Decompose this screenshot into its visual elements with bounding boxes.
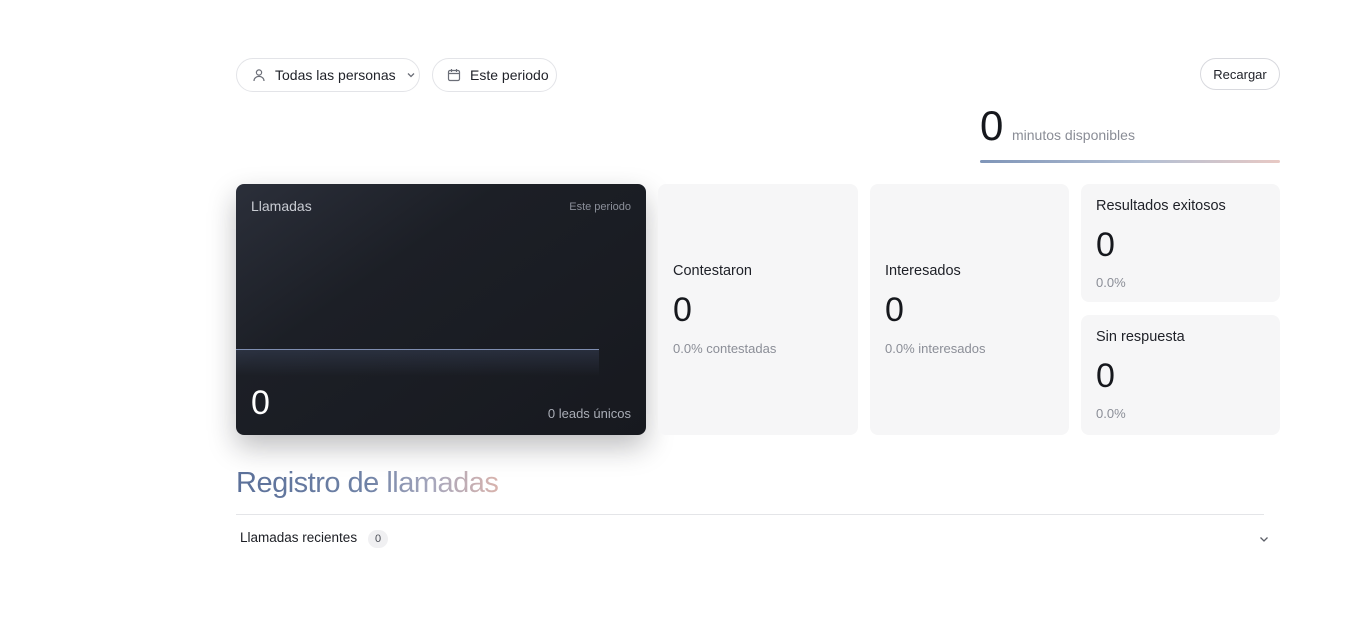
stat-title: Sin respuesta [1096,329,1185,345]
recent-calls-label: Llamadas recientes [240,530,358,545]
chevron-down-icon [406,70,416,80]
chevron-down-icon[interactable] [1258,532,1270,544]
stat-card-interested: Interesados 0 0.0% interesados [870,184,1069,435]
calls-chart-line [236,349,599,350]
minutes-value: 0 [980,102,1004,149]
user-icon [252,68,266,82]
stat-subtitle: 0.0% [1096,275,1126,290]
period-filter-label: Este periodo [470,67,549,83]
minutes-available: 0 minutos disponibles [980,100,1280,164]
recent-calls-count-badge: 0 [368,530,388,548]
calls-card: Llamadas Este periodo 0 0 leads únicos [236,184,646,435]
stat-value: 0 [885,291,904,329]
stat-title: Interesados [885,263,961,279]
minutes-bar [980,160,1280,163]
stat-title: Contestaron [673,263,752,279]
recent-calls-row[interactable]: Llamadas recientes 0 [236,522,1280,554]
stat-value: 0 [1096,226,1115,264]
calendar-icon [447,68,461,82]
period-filter[interactable]: Este periodo [432,58,557,92]
calls-card-title: Llamadas [251,198,312,214]
stat-card-no-answer: Sin respuesta 0 0.0% [1081,315,1280,435]
unique-leads: 0 leads únicos [547,406,631,421]
calls-count: 0 [251,384,270,422]
persons-filter[interactable]: Todas las personas [236,58,420,92]
divider [236,514,1264,515]
stat-subtitle: 0.0% [1096,406,1126,421]
stat-subtitle: 0.0% contestadas [673,341,777,356]
calls-card-period: Este periodo [569,201,631,213]
stat-title: Resultados exitosos [1096,198,1226,214]
stat-value: 0 [1096,357,1115,395]
stat-card-answered: Contestaron 0 0.0% contestadas [658,184,858,435]
call-log-title: Registro de llamadas [236,467,499,499]
reload-button[interactable]: Recargar [1200,58,1280,90]
stat-subtitle: 0.0% interesados [885,341,986,356]
stat-value: 0 [673,291,692,329]
calls-chart-glow [236,350,599,376]
persons-filter-label: Todas las personas [275,67,396,83]
stat-card-success: Resultados exitosos 0 0.0% [1081,184,1280,302]
minutes-label: minutos disponibles [1012,127,1135,143]
